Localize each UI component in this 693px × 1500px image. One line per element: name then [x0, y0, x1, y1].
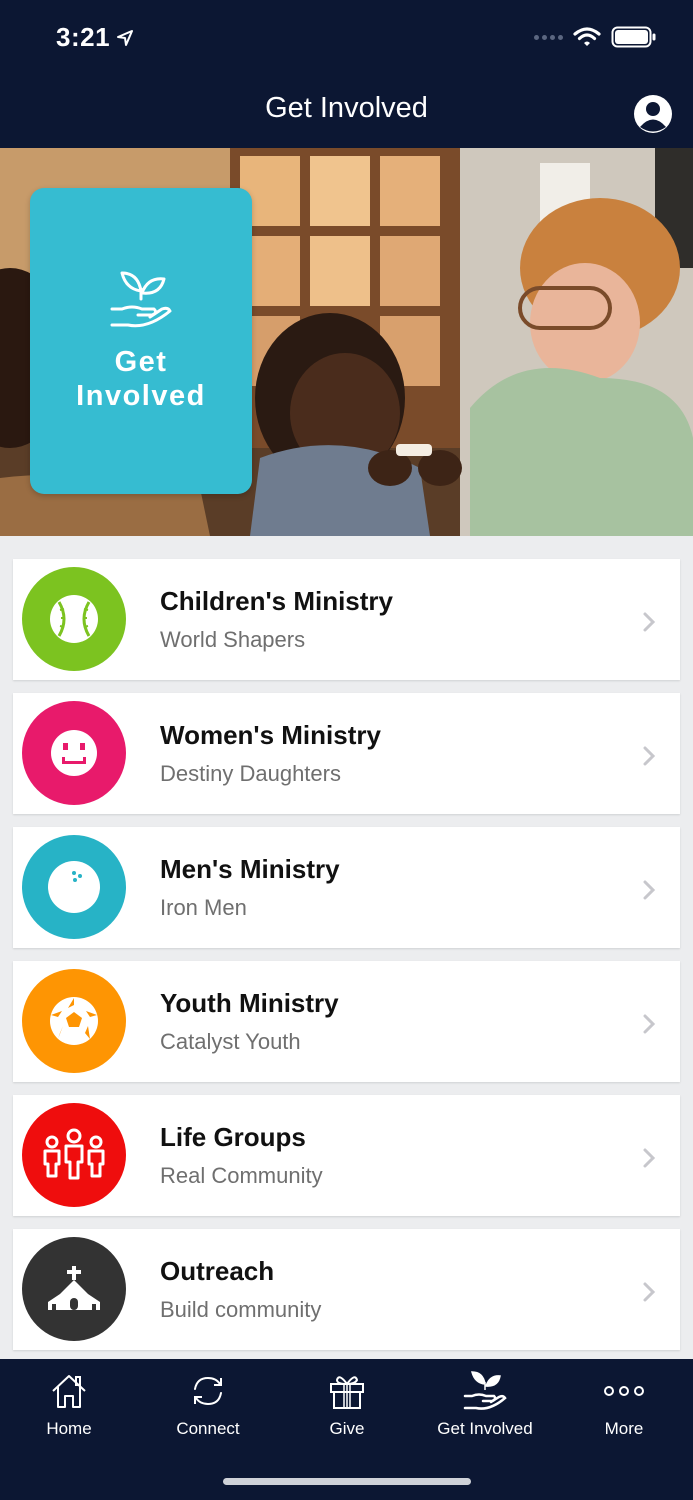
item-subtitle: Build community: [160, 1297, 322, 1322]
ministry-list: Children's Ministry World Shapers Women'…: [13, 559, 680, 1363]
location-arrow-icon: [117, 29, 134, 46]
smiley-icon: [22, 701, 126, 805]
tab-more[interactable]: More: [564, 1369, 684, 1449]
tab-label: More: [604, 1419, 644, 1438]
list-item-youth-ministry[interactable]: Youth Ministry Catalyst Youth: [13, 961, 680, 1082]
tab-connect[interactable]: Connect: [148, 1369, 268, 1449]
wifi-icon: [573, 27, 601, 46]
chevron-right-icon: [643, 1014, 656, 1034]
item-subtitle: World Shapers: [160, 627, 306, 652]
church-icon: [22, 1237, 126, 1341]
card-title: Get Involved: [76, 346, 206, 412]
home-indicator[interactable]: [223, 1478, 471, 1485]
item-title: Men's Ministry: [160, 854, 340, 884]
item-subtitle: Destiny Daughters: [160, 761, 341, 786]
item-title: Children's Ministry: [160, 586, 393, 616]
tab-label: Connect: [176, 1419, 240, 1438]
list-item-childrens-ministry[interactable]: Children's Ministry World Shapers: [13, 559, 680, 680]
chevron-right-icon: [643, 1148, 656, 1168]
hand-plant-icon: [110, 271, 172, 328]
get-involved-card[interactable]: Get Involved: [30, 188, 252, 494]
status-time-text: 3:21: [56, 22, 111, 52]
tab-label: Get Involved: [437, 1419, 533, 1438]
item-title: Life Groups: [160, 1122, 306, 1152]
sync-icon: [186, 1369, 230, 1413]
page-title: Get Involved: [265, 92, 428, 124]
hand-plant-icon: [463, 1369, 507, 1413]
battery-icon: [611, 26, 656, 48]
list-item-life-groups[interactable]: Life Groups Real Community: [13, 1095, 680, 1216]
baseball-icon: [22, 567, 126, 671]
tab-give[interactable]: Give: [287, 1369, 407, 1449]
list-item-mens-ministry[interactable]: Men's Ministry Iron Men: [13, 827, 680, 948]
gift-icon: [325, 1369, 369, 1413]
item-title: Youth Ministry: [160, 988, 339, 1018]
chevron-right-icon: [643, 746, 656, 766]
list-item-outreach[interactable]: Outreach Build community: [13, 1229, 680, 1350]
cellular-signal-icon: [534, 34, 563, 40]
bowling-ball-icon: [22, 835, 126, 939]
status-indicators: [534, 26, 657, 48]
more-dots-icon: [602, 1369, 646, 1413]
hero-banner: Get Involved: [0, 148, 693, 536]
item-title: Outreach: [160, 1256, 275, 1286]
tab-home[interactable]: Home: [9, 1369, 129, 1449]
tab-label: Give: [329, 1419, 365, 1438]
soccer-ball-icon: [22, 969, 126, 1073]
top-bar: 3:21 Get Involved: [0, 0, 693, 148]
chevron-right-icon: [643, 612, 656, 632]
list-item-womens-ministry[interactable]: Women's Ministry Destiny Daughters: [13, 693, 680, 814]
status-time: 3:21: [56, 22, 134, 53]
tab-label: Home: [46, 1419, 92, 1438]
item-subtitle: Catalyst Youth: [160, 1029, 301, 1054]
item-title: Women's Ministry: [160, 720, 381, 750]
profile-icon[interactable]: [633, 94, 673, 134]
chevron-right-icon: [643, 1282, 656, 1302]
home-icon: [47, 1369, 91, 1413]
item-subtitle: Iron Men: [160, 895, 247, 920]
people-group-icon: [22, 1103, 126, 1207]
tab-get-involved[interactable]: Get Involved: [425, 1369, 545, 1449]
item-subtitle: Real Community: [160, 1163, 323, 1188]
chevron-right-icon: [643, 880, 656, 900]
